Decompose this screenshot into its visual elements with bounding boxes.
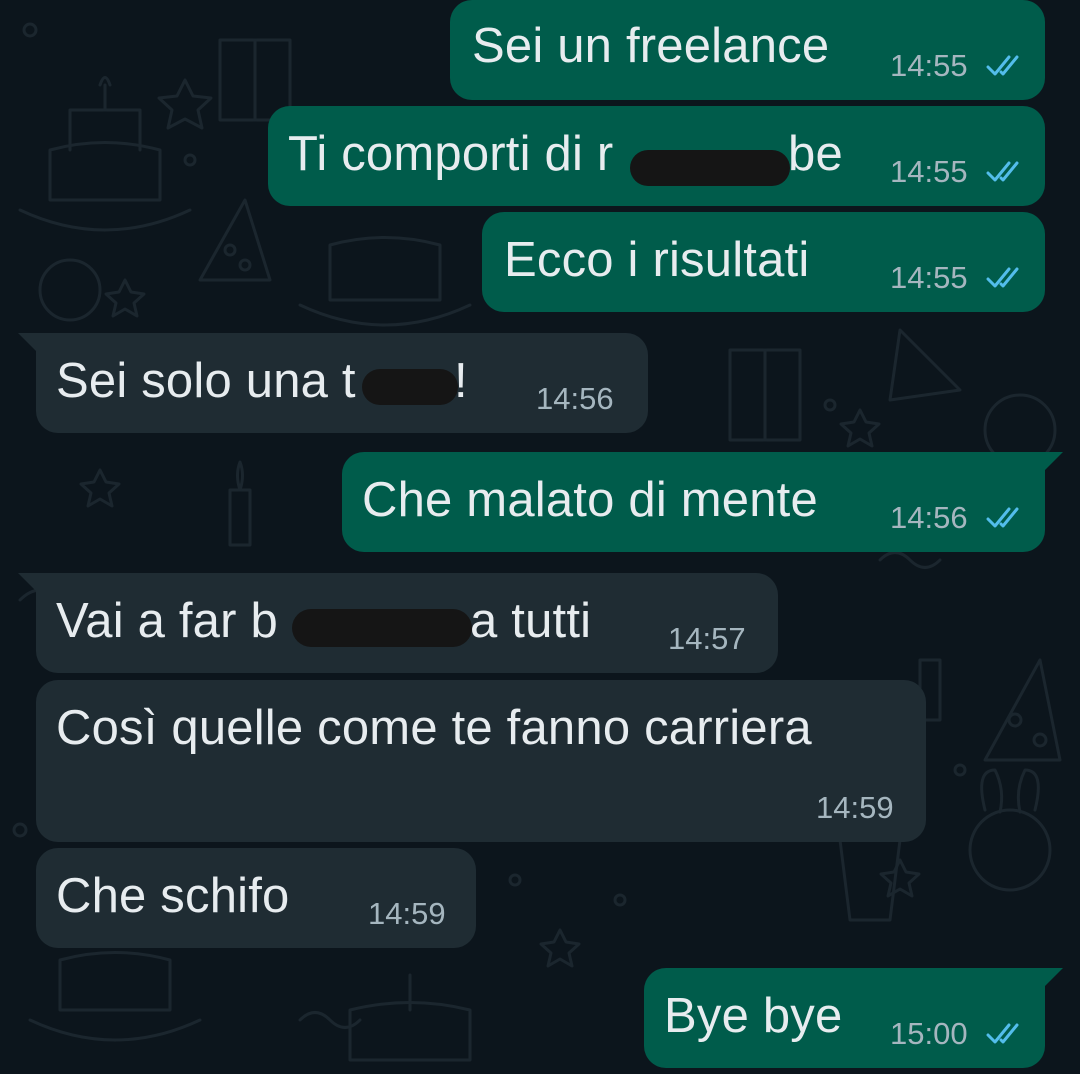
incoming-message[interactable]: Così quelle come te fanno carriera 14:59 [36, 680, 926, 842]
double-check-icon [986, 1023, 1019, 1044]
message-text: Sei solo una t [56, 354, 356, 408]
message-time: 14:55 [890, 154, 968, 189]
double-check-icon [986, 267, 1019, 288]
incoming-message[interactable]: Vai a far b a tutti 14:57 [18, 573, 778, 673]
message-text: Bye bye [664, 989, 843, 1043]
message-text: Vai a far b [56, 594, 278, 648]
message-text: Che schifo [56, 869, 290, 923]
message-text-tail: be [788, 127, 843, 181]
message-time: 14:59 [816, 790, 894, 825]
message-text: Ti comporti di r [288, 127, 614, 181]
outgoing-message[interactable]: Sei un freelance 14:55 [450, 0, 1045, 100]
redaction-mark [362, 369, 458, 405]
double-check-icon [986, 55, 1019, 76]
message-time: 14:59 [368, 896, 446, 931]
message-text-tail: a tutti [470, 594, 592, 648]
outgoing-message[interactable]: Ecco i risultati 14:55 [482, 212, 1045, 312]
message-text: Che malato di mente [362, 473, 818, 527]
incoming-message[interactable]: Che schifo 14:59 [36, 848, 476, 948]
message-time: 14:56 [536, 381, 614, 416]
message-text: Così quelle come te fanno carriera [56, 701, 812, 755]
message-time: 14:55 [890, 260, 968, 295]
message-text: Sei un freelance [472, 19, 830, 73]
message-time: 15:00 [890, 1016, 968, 1051]
outgoing-message[interactable]: Che malato di mente 14:56 [342, 452, 1063, 552]
message-time: 14:56 [890, 500, 968, 535]
redaction-mark [292, 609, 472, 647]
message-time: 14:55 [890, 48, 968, 83]
message-text: Ecco i risultati [504, 233, 810, 287]
message-time: 14:57 [668, 621, 746, 656]
double-check-icon [986, 507, 1019, 528]
outgoing-message[interactable]: Bye bye 15:00 [644, 968, 1063, 1068]
message-list[interactable]: Sei un freelance 14:55 Ti comporti di r … [0, 0, 1080, 1074]
double-check-icon [986, 161, 1019, 182]
redaction-mark [630, 150, 790, 186]
outgoing-message[interactable]: Ti comporti di r be 14:55 [268, 106, 1045, 206]
incoming-message[interactable]: Sei solo una t ! 14:56 [18, 333, 648, 433]
